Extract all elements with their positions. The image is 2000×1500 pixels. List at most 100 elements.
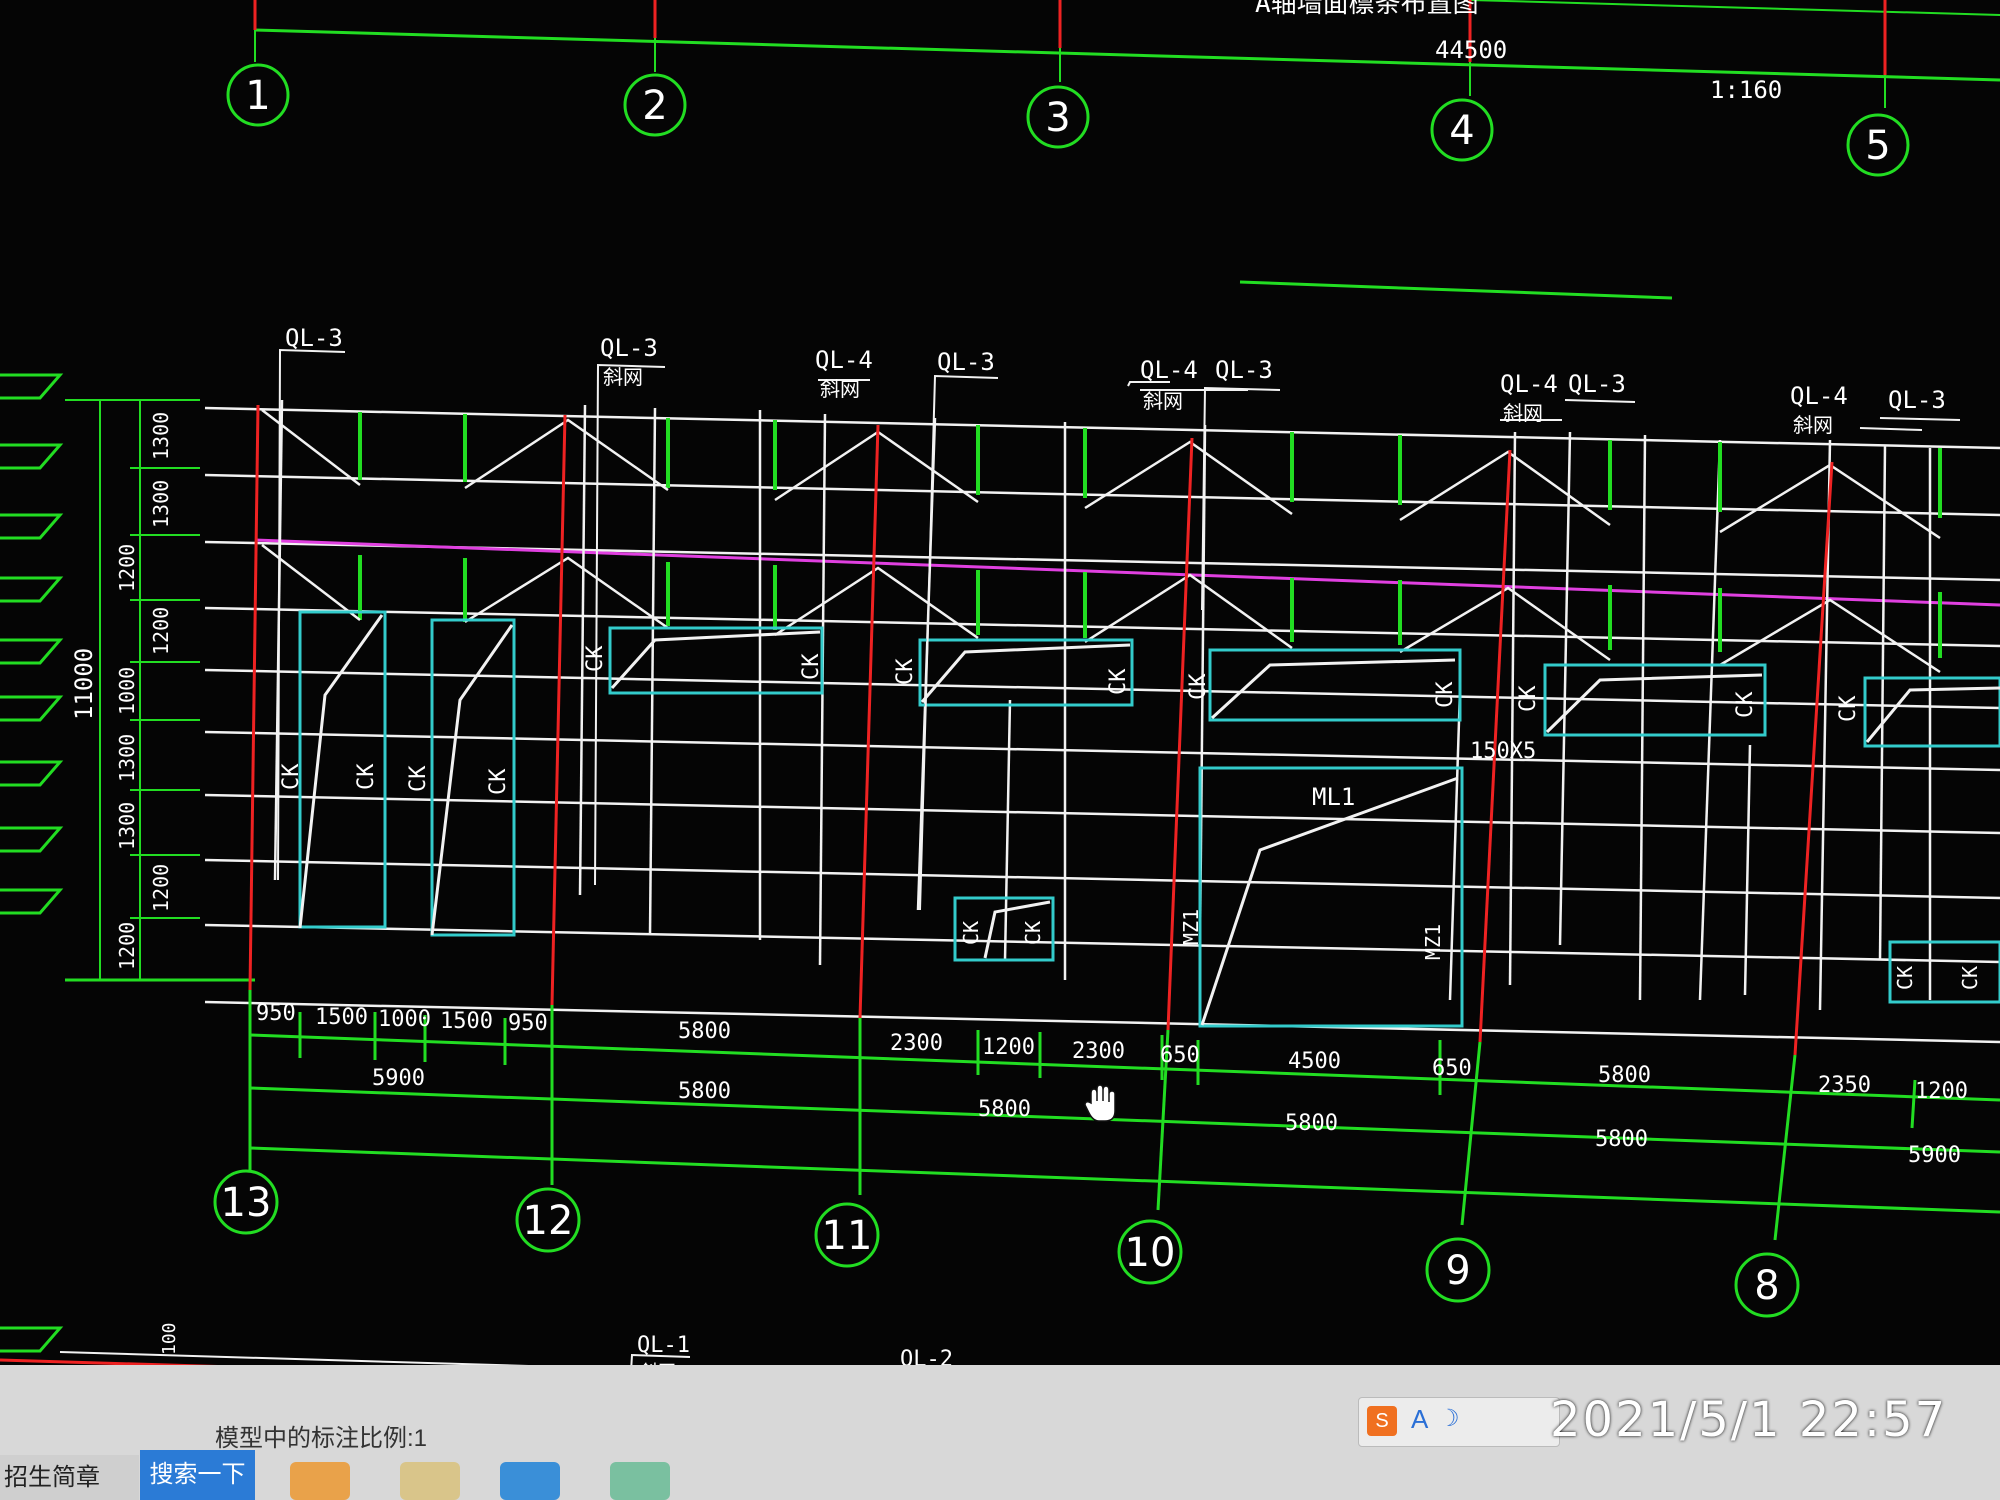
svg-text:2: 2	[642, 83, 667, 129]
axis-bubble-3[interactable]: 3	[1026, 85, 1090, 149]
axis-bubble-10[interactable]: 10	[1117, 1219, 1183, 1285]
opening-label-ck-12[interactable]: CK	[1733, 691, 1758, 718]
svg-text:1: 1	[245, 73, 270, 119]
beam-label-ql4-c-sub: 斜网	[1503, 401, 1543, 425]
height-dim-8: 1200	[149, 864, 173, 912]
annotation-scale-status: 模型中的标注比例:1	[215, 1425, 428, 1452]
svg-text:650: 650	[1160, 1043, 1200, 1068]
beam-label-ql4-b[interactable]: QL-4	[1140, 356, 1198, 384]
svg-text:1200: 1200	[1915, 1079, 1968, 1104]
input-method-toolbar[interactable]: S A ☽	[1358, 1397, 1560, 1447]
opening-label-ck-10[interactable]: CK	[1433, 681, 1458, 708]
svg-text:650: 650	[1432, 1056, 1472, 1081]
svg-text:12: 12	[523, 1198, 574, 1244]
axis-bubble-1[interactable]: 1	[226, 63, 290, 127]
opening-label-ck-4[interactable]: CK	[486, 768, 511, 795]
height-dim-4: 1200	[149, 607, 173, 655]
svg-text:5800: 5800	[678, 1019, 731, 1044]
axis-bubble-5[interactable]: 5	[1846, 113, 1910, 177]
svg-text:5800: 5800	[1598, 1063, 1651, 1088]
opening-label-ck-5[interactable]: CK	[583, 645, 608, 672]
svg-text:4500: 4500	[1288, 1049, 1341, 1074]
opening-label-ck-6[interactable]: CK	[799, 653, 824, 680]
svg-text:1500: 1500	[315, 1005, 368, 1030]
top-elevation	[253, 0, 2000, 300]
opening-label-ck-2[interactable]: CK	[354, 763, 379, 790]
beam-label-ql4-d[interactable]: QL-4	[1790, 382, 1848, 410]
opening-label-ck-11[interactable]: CK	[1516, 685, 1541, 712]
svg-text:8: 8	[1754, 1263, 1779, 1309]
svg-text:950: 950	[508, 1011, 548, 1036]
opening-label-ck-13[interactable]: CK	[1836, 695, 1861, 722]
column-lines	[248, 404, 1834, 1056]
svg-text:2300: 2300	[1072, 1039, 1125, 1064]
svg-text:2350: 2350	[1818, 1073, 1871, 1098]
opening-label-ck-9[interactable]: CK	[1186, 673, 1211, 700]
beam-label-ql4-b-sub: 斜网	[1143, 389, 1183, 413]
opening-label-ck-14[interactable]: CK	[959, 921, 983, 945]
taskbar-item-brochure[interactable]: 招生简章	[0, 1455, 139, 1500]
cad-drawing-canvas[interactable]: A轴墙面檩条布置图 44500 1:160 1 2 3 4 5 11000 13…	[0, 0, 2000, 1500]
axis-bubble-9[interactable]: 9	[1425, 1237, 1491, 1303]
browser-icon[interactable]	[500, 1462, 560, 1500]
beam-label-ql4-a[interactable]: QL-4	[815, 346, 873, 374]
opening-label-ck-1[interactable]: CK	[279, 763, 304, 790]
svg-text:1200: 1200	[982, 1035, 1035, 1060]
axis-bubble-8[interactable]: 8	[1734, 1252, 1800, 1318]
beam-label-ql3-d[interactable]: QL-3	[1215, 356, 1273, 384]
svg-text:5900: 5900	[372, 1066, 425, 1091]
svg-text:5800: 5800	[978, 1097, 1031, 1122]
search-button[interactable]: 搜索一下	[140, 1450, 255, 1500]
opening-label-ck-7[interactable]: CK	[893, 658, 918, 685]
svg-text:5900: 5900	[1908, 1143, 1961, 1168]
svg-text:5800: 5800	[1595, 1127, 1648, 1152]
bottom-marker-text: 100	[159, 1322, 180, 1355]
sogou-logo-icon[interactable]: S	[1367, 1406, 1397, 1436]
overall-length-dimension: 44500	[1435, 36, 1507, 64]
svg-text:13: 13	[221, 1180, 272, 1226]
axis-bubble-4[interactable]: 4	[1430, 98, 1494, 162]
opening-label-ck-16[interactable]: CK	[1893, 966, 1917, 990]
door-label-mz1-b[interactable]: MZ1	[1421, 924, 1445, 960]
svg-text:9: 9	[1445, 1248, 1470, 1294]
opening-label-ck-15[interactable]: CK	[1021, 921, 1045, 945]
opening-label-ck-3[interactable]: CK	[406, 765, 431, 792]
photo-timestamp: 2021/5/1 22:57	[1550, 1392, 1948, 1448]
taskbar-app-icon-2[interactable]	[610, 1462, 670, 1500]
beam-label-ql1[interactable]: QL-1	[637, 1333, 690, 1358]
level-markers	[0, 373, 64, 1353]
axis-bubble-12[interactable]: 12	[515, 1187, 581, 1253]
opening-label-ck-17[interactable]: CK	[1958, 966, 1982, 990]
door-label-ml1[interactable]: ML1	[1312, 783, 1355, 811]
svg-text:1000: 1000	[378, 1007, 431, 1032]
moon-icon[interactable]: ☽	[1445, 1404, 1459, 1432]
svg-text:4: 4	[1449, 108, 1474, 154]
beam-label-ql4-d-sub: 斜网	[1793, 413, 1833, 437]
beam-label-ql3-b[interactable]: QL-3	[600, 334, 658, 362]
svg-text:950: 950	[256, 1001, 296, 1026]
drawing-scale: 1:160	[1710, 76, 1782, 104]
height-dim-5: 1000	[115, 667, 139, 715]
axis-bubble-13[interactable]: 13	[213, 1169, 279, 1235]
svg-text:3: 3	[1045, 95, 1070, 141]
letter-a-icon[interactable]: A	[1411, 1404, 1428, 1435]
height-dim-1: 1300	[149, 412, 173, 460]
opening-label-ck-8[interactable]: CK	[1106, 668, 1131, 695]
beam-label-ql3-c[interactable]: QL-3	[937, 348, 995, 376]
svg-text:5800: 5800	[678, 1079, 731, 1104]
beam-label-ql3-a[interactable]: QL-3	[285, 324, 343, 352]
svg-text:11: 11	[822, 1213, 873, 1259]
beam-label-ql4-c[interactable]: QL-4	[1500, 370, 1558, 398]
axis-bubble-11[interactable]: 11	[814, 1202, 880, 1268]
beam-label-ql3-e[interactable]: QL-3	[1568, 370, 1626, 398]
axis-bubble-2[interactable]: 2	[623, 73, 687, 137]
height-dim-3: 1200	[115, 544, 139, 592]
door-label-mz1-a[interactable]: MZ1	[1179, 909, 1203, 945]
beam-label-ql3-f[interactable]: QL-3	[1888, 386, 1946, 414]
folder-icon[interactable]	[400, 1462, 460, 1500]
taskbar-app-icon[interactable]	[290, 1462, 350, 1500]
height-dim-9: 1200	[115, 922, 139, 970]
height-dim-7: 1300	[115, 802, 139, 850]
girt-lines	[204, 406, 2000, 1044]
hand-pan-cursor-icon	[1084, 1084, 1116, 1122]
